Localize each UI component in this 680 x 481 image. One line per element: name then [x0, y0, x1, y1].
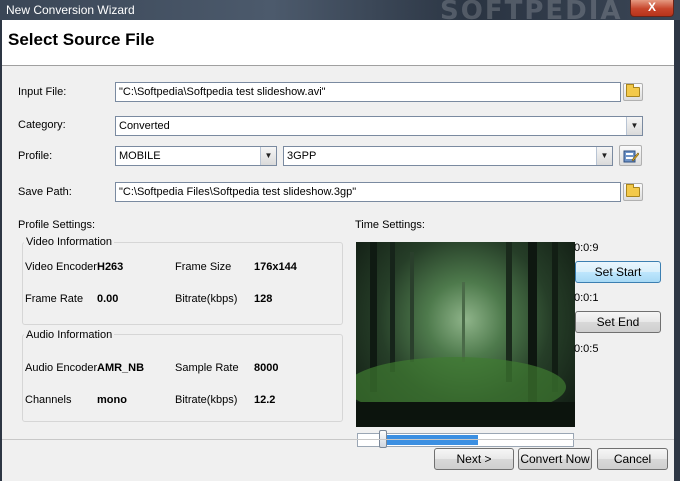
frame-size-label: Frame Size [175, 261, 232, 273]
browse-folder-icon [626, 84, 640, 97]
frame-size-value: 176x144 [254, 261, 297, 273]
page-title: Select Source File [8, 30, 155, 49]
dropdown-arrow-icon[interactable]: ▼ [626, 117, 642, 135]
audio-info-group [22, 334, 343, 422]
save-path-label: Save Path: [18, 186, 72, 198]
window-frame-right [674, 20, 680, 481]
category-value: Converted [119, 120, 170, 132]
next-button[interactable]: Next > [434, 448, 514, 470]
timeline-selection [384, 435, 479, 445]
audio-encoder-value: AMR_NB [97, 362, 145, 374]
cancel-button[interactable]: Cancel [597, 448, 668, 470]
set-start-button[interactable]: Set Start [575, 261, 661, 283]
frame-rate-value: 0.00 [97, 293, 119, 305]
profile-select[interactable]: MOBILE ▼ [115, 146, 277, 166]
wizard-header: Select Source File [2, 20, 674, 66]
category-select[interactable]: Converted ▼ [115, 116, 643, 136]
dropdown-arrow-icon[interactable]: ▼ [596, 147, 612, 165]
channels-value: mono [97, 394, 127, 406]
profile-value: MOBILE [119, 150, 161, 162]
profile-format-select[interactable]: 3GPP ▼ [283, 146, 613, 166]
wizard-dialog: Select Source File Input File: "C:\Softp… [2, 20, 674, 481]
title-bar: SOFTPEDIA New Conversion Wizard X [0, 0, 680, 26]
audio-bitrate-value: 12.2 [254, 394, 276, 406]
profile-edit-icon [623, 150, 639, 162]
profile-settings-label: Profile Settings: [18, 219, 96, 231]
footer-divider [2, 439, 674, 440]
input-file-label: Input File: [18, 86, 67, 98]
video-bitrate-value: 128 [254, 293, 273, 305]
current-time: 0:0:9 [574, 242, 599, 254]
video-encoder-value: H263 [97, 261, 124, 273]
close-button[interactable]: X [630, 0, 674, 17]
set-end-button[interactable]: Set End [575, 311, 661, 333]
audio-info-label: Audio Information [24, 329, 115, 341]
dropdown-arrow-icon[interactable]: ▼ [260, 147, 276, 165]
video-encoder-label: Video Encoder [25, 261, 97, 273]
input-file-field[interactable]: "C:\Softpedia\Softpedia test slideshow.a… [115, 82, 621, 102]
channels-label: Channels [25, 394, 72, 406]
input-file-browse-button[interactable] [623, 83, 643, 101]
forest-preview-image [356, 242, 575, 427]
video-preview [356, 242, 575, 427]
save-path-field[interactable]: "C:\Softpedia Files\Softpedia test slide… [115, 182, 621, 202]
audio-encoder-label: Audio Encoder [25, 362, 98, 374]
time-settings-label: Time Settings: [355, 219, 425, 231]
browse-folder-icon [626, 184, 640, 197]
end-time: 0:0:5 [574, 343, 599, 355]
save-path-browse-button[interactable] [623, 183, 643, 201]
profile-edit-button[interactable] [619, 145, 642, 166]
video-bitrate-label: Bitrate(kbps) [175, 293, 238, 305]
profile-label: Profile: [18, 150, 53, 162]
category-label: Category: [18, 119, 66, 131]
video-info-label: Video Information [24, 236, 115, 248]
start-time: 0:0:1 [574, 292, 599, 304]
audio-bitrate-label: Bitrate(kbps) [175, 394, 238, 406]
sample-rate-value: 8000 [254, 362, 279, 374]
window-title: New Conversion Wizard [6, 3, 135, 17]
convert-now-button[interactable]: Convert Now [518, 448, 592, 470]
profile-format-value: 3GPP [287, 150, 317, 162]
close-icon: X [647, 0, 656, 14]
frame-rate-label: Frame Rate [25, 293, 84, 305]
sample-rate-label: Sample Rate [175, 362, 239, 374]
video-info-group [22, 242, 343, 325]
